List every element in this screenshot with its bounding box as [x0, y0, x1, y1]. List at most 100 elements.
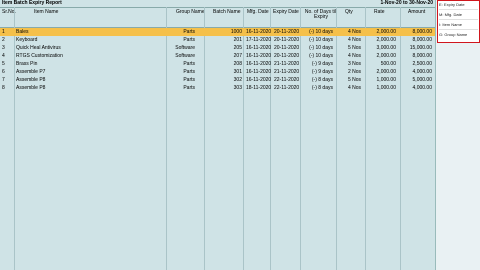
header-divider — [300, 7, 301, 27]
option-group-name[interactable]: G: Group Name — [439, 31, 478, 39]
option-label: Item Name — [442, 22, 462, 27]
cell-batch: 302 — [233, 77, 242, 83]
option-key: E — [439, 2, 442, 7]
col-mfg-date[interactable]: Mfg. Date — [247, 8, 269, 27]
cell-item: Bales — [16, 29, 29, 35]
cell-amount: 4,000.00 — [412, 85, 432, 91]
cell-amount: 8,000.00 — [412, 37, 432, 43]
cell-rate: 500.00 — [380, 61, 396, 67]
cell-batch: 301 — [233, 69, 242, 75]
header-divider — [166, 7, 167, 27]
cell-rate: 1,000.00 — [376, 77, 396, 83]
cell-item: Quick Heal Antivirus — [16, 45, 61, 51]
option-item-name[interactable]: I: Item Name — [439, 21, 478, 30]
cell-expiry: 20-11-2020 — [274, 53, 300, 59]
cell-group: Software — [175, 53, 195, 59]
cell-rate: 1,000.00 — [376, 85, 396, 91]
table-row[interactable]: 1 Bales Parts 1000 16-11-2020 20-11-2020… — [0, 28, 435, 36]
cell-qty: 5 Nos — [347, 45, 361, 51]
cell-group: Parts — [183, 61, 195, 67]
header-divider — [365, 7, 366, 27]
cell-batch: 207 — [233, 53, 242, 59]
cell-item: Assemble P8 — [16, 85, 46, 91]
cell-days: (-) 9 days — [311, 69, 333, 75]
cell-batch: 201 — [233, 37, 242, 43]
cell-mfg: 16-11-2020 — [246, 61, 272, 67]
cell-amount: 5,000.00 — [412, 77, 432, 83]
cell-qty: 4 Nos — [347, 85, 361, 91]
cell-qty: 4 Nos — [347, 53, 361, 59]
cell-batch: 303 — [233, 85, 242, 91]
cell-days: (-) 10 days — [309, 29, 333, 35]
option-label: Mfg. Date — [444, 12, 462, 17]
cell-group: Parts — [183, 85, 195, 91]
item-batch-expiry-report: Item Batch Expiry Report 1-Nov-20 to 30-… — [0, 0, 435, 270]
cell-qty: 4 Nos — [347, 29, 361, 35]
table-row[interactable]: 2 Keyboard Parts 201 17-11-2020 20-11-20… — [0, 36, 435, 44]
report-title: Item Batch Expiry Report — [2, 0, 62, 6]
cell-rate: 3,000.00 — [376, 45, 396, 51]
cell-expiry: 21-11-2020 — [274, 61, 300, 67]
option-expiry-date[interactable]: E: Expiry Date — [439, 1, 478, 10]
col-days-till-expiry[interactable]: No. of Days till Expiry — [302, 8, 340, 27]
table-row[interactable]: 6 Assemble P7 Parts 301 16-11-2020 21-11… — [0, 68, 435, 76]
cell-batch: 208 — [233, 61, 242, 67]
col-rate[interactable]: Rate — [374, 8, 385, 27]
header-divider — [204, 7, 205, 27]
cell-sr: 3 — [2, 45, 5, 51]
cell-qty: 4 Nos — [347, 37, 361, 43]
cell-expiry: 20-11-2020 — [274, 29, 300, 35]
header-divider — [400, 7, 401, 27]
cell-days: (-) 8 days — [311, 77, 333, 83]
cell-expiry: 20-11-2020 — [274, 37, 300, 43]
table-header: Sr.No. Item Name Group Name Batch Name M… — [0, 7, 435, 28]
col-qty[interactable]: Qty — [345, 8, 353, 27]
option-key: M — [439, 12, 443, 17]
table-row[interactable]: 4 RTGS Customization Software 207 16-11-… — [0, 52, 435, 60]
cell-mfg: 16-11-2020 — [246, 77, 272, 83]
cell-group: Parts — [183, 37, 195, 43]
cell-mfg: 16-11-2020 — [246, 69, 272, 75]
cell-sr: 6 — [2, 69, 5, 75]
cell-mfg: 17-11-2020 — [246, 37, 272, 43]
cell-amount: 8,000.00 — [412, 29, 432, 35]
cell-days: (-) 10 days — [309, 45, 333, 51]
cell-item: Assemble P8 — [16, 77, 46, 83]
cell-expiry: 20-11-2020 — [274, 45, 300, 51]
col-expiry-date[interactable]: Expiry Date — [273, 8, 299, 27]
cell-item: RTGS Customization — [16, 53, 63, 59]
option-label: Group Name — [444, 32, 468, 37]
cell-amount: 8,000.00 — [412, 53, 432, 59]
option-label: Expiry Date — [443, 2, 465, 7]
col-days-till-expiry-line2: Expiry — [314, 14, 328, 20]
cell-qty: 5 Nos — [347, 77, 361, 83]
cell-amount: 4,000.00 — [412, 69, 432, 75]
cell-batch: 205 — [233, 45, 242, 51]
table-row[interactable]: 7 Assemble P8 Parts 302 16-11-2020 22-11… — [0, 76, 435, 84]
table-row[interactable]: 3 Quick Heal Antivirus Software 205 16-1… — [0, 44, 435, 52]
option-key: I — [439, 22, 441, 27]
cell-sr: 7 — [2, 77, 5, 83]
col-batch-name[interactable]: Batch Name — [213, 8, 241, 27]
report-topbar: Item Batch Expiry Report 1-Nov-20 to 30-… — [0, 0, 435, 7]
cell-days: (-) 9 days — [311, 61, 333, 67]
cell-group: Parts — [183, 69, 195, 75]
cell-group: Software — [175, 45, 195, 51]
cell-mfg: 16-11-2020 — [246, 45, 272, 51]
cell-expiry: 22-11-2020 — [274, 77, 300, 83]
table-row[interactable]: 8 Assemble P8 Parts 303 18-11-2020 22-11… — [0, 84, 435, 92]
col-amount[interactable]: Amount — [408, 8, 425, 27]
col-item-name[interactable]: Item Name — [34, 8, 58, 27]
sort-options-panel: E: Expiry Date M: Mfg. Date I: Item Name… — [437, 0, 480, 43]
table-row[interactable]: 5 Brass Pin Parts 208 16-11-2020 21-11-2… — [0, 60, 435, 68]
col-group-name[interactable]: Group Name — [176, 8, 205, 27]
cell-days: (-) 10 days — [309, 53, 333, 59]
cell-rate: 2,000.00 — [376, 69, 396, 75]
option-mfg-date[interactable]: M: Mfg. Date — [439, 11, 478, 20]
header-divider — [270, 7, 271, 27]
header-divider — [243, 7, 244, 27]
cell-item: Assemble P7 — [16, 69, 46, 75]
header-divider — [14, 7, 15, 27]
cell-sr: 8 — [2, 85, 5, 91]
cell-sr: 2 — [2, 37, 5, 43]
